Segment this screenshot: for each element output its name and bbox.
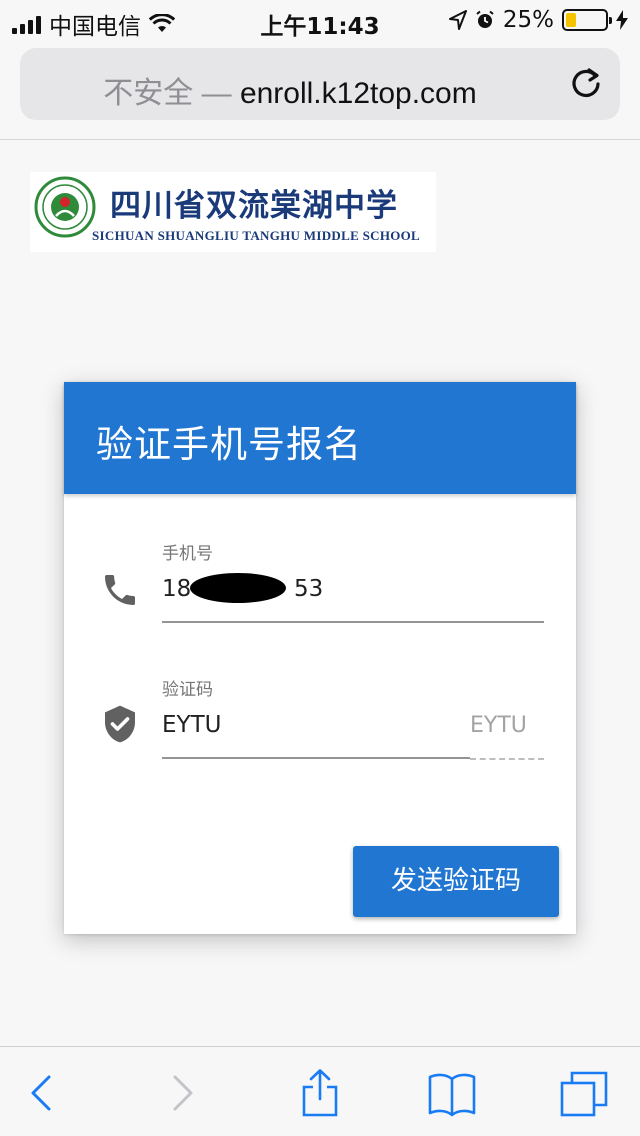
bookmarks-icon[interactable] bbox=[428, 1069, 476, 1117]
tabs-icon[interactable] bbox=[560, 1069, 608, 1117]
forward-icon[interactable] bbox=[158, 1069, 206, 1117]
code-underline bbox=[162, 757, 470, 759]
battery-level bbox=[566, 13, 576, 27]
school-logo: 四川省双流棠湖中学 SICHUAN SHUANGLIU TANGHU MIDDL… bbox=[30, 172, 436, 252]
card-title: 验证手机号报名 bbox=[96, 423, 362, 466]
status-bar: 中国电信 上午11:43 25% bbox=[0, 0, 640, 40]
domain-label: enroll.k12top.com bbox=[239, 77, 477, 110]
code-label: 验证码 bbox=[162, 680, 213, 700]
captcha-underline bbox=[470, 758, 544, 760]
phone-icon bbox=[105, 575, 135, 605]
back-icon[interactable] bbox=[18, 1069, 66, 1117]
security-label: 不安全 — bbox=[103, 77, 232, 110]
phone-label: 手机号 bbox=[162, 544, 213, 564]
alarm-icon bbox=[476, 10, 494, 28]
address-bar[interactable]: 不安全 — enroll.k12top.com bbox=[20, 48, 620, 120]
school-name-english: SICHUAN SHUANGLIU TANGHU MIDDLE SCHOOL bbox=[92, 228, 421, 243]
send-code-button[interactable]: 发送验证码 bbox=[353, 846, 559, 917]
status-right: 25% bbox=[448, 7, 628, 33]
school-emblem-icon bbox=[34, 176, 96, 238]
phone-underline bbox=[162, 621, 544, 623]
card-header: 验证手机号报名 bbox=[64, 382, 576, 494]
browser-chrome: 不安全 — enroll.k12top.com bbox=[0, 40, 640, 140]
school-name-chinese: 四川省双流棠湖中学 bbox=[110, 188, 398, 224]
shield-check-icon bbox=[105, 705, 135, 743]
url-text[interactable]: 不安全 — enroll.k12top.com bbox=[20, 68, 560, 112]
redaction-mark bbox=[190, 573, 286, 603]
battery-percent: 25% bbox=[502, 7, 554, 33]
captcha-image[interactable]: EYTU bbox=[470, 713, 527, 738]
code-input[interactable]: EYTU bbox=[162, 708, 470, 750]
screen: 中国电信 上午11:43 25% 不安全 — enroll.k12top.com… bbox=[0, 0, 640, 1136]
browser-toolbar bbox=[0, 1046, 640, 1136]
share-icon[interactable] bbox=[296, 1069, 344, 1117]
code-value: EYTU bbox=[162, 712, 222, 738]
reload-icon[interactable] bbox=[568, 66, 604, 102]
phone-suffix: 53 bbox=[294, 576, 324, 602]
battery-icon bbox=[562, 9, 612, 31]
enroll-card: 验证手机号报名 手机号 18 53 验证码 EYTU EYTU 发送验证码 bbox=[64, 382, 576, 934]
location-arrow-icon bbox=[448, 10, 467, 30]
phone-prefix: 18 bbox=[162, 576, 192, 602]
charging-bolt-icon bbox=[616, 10, 628, 30]
